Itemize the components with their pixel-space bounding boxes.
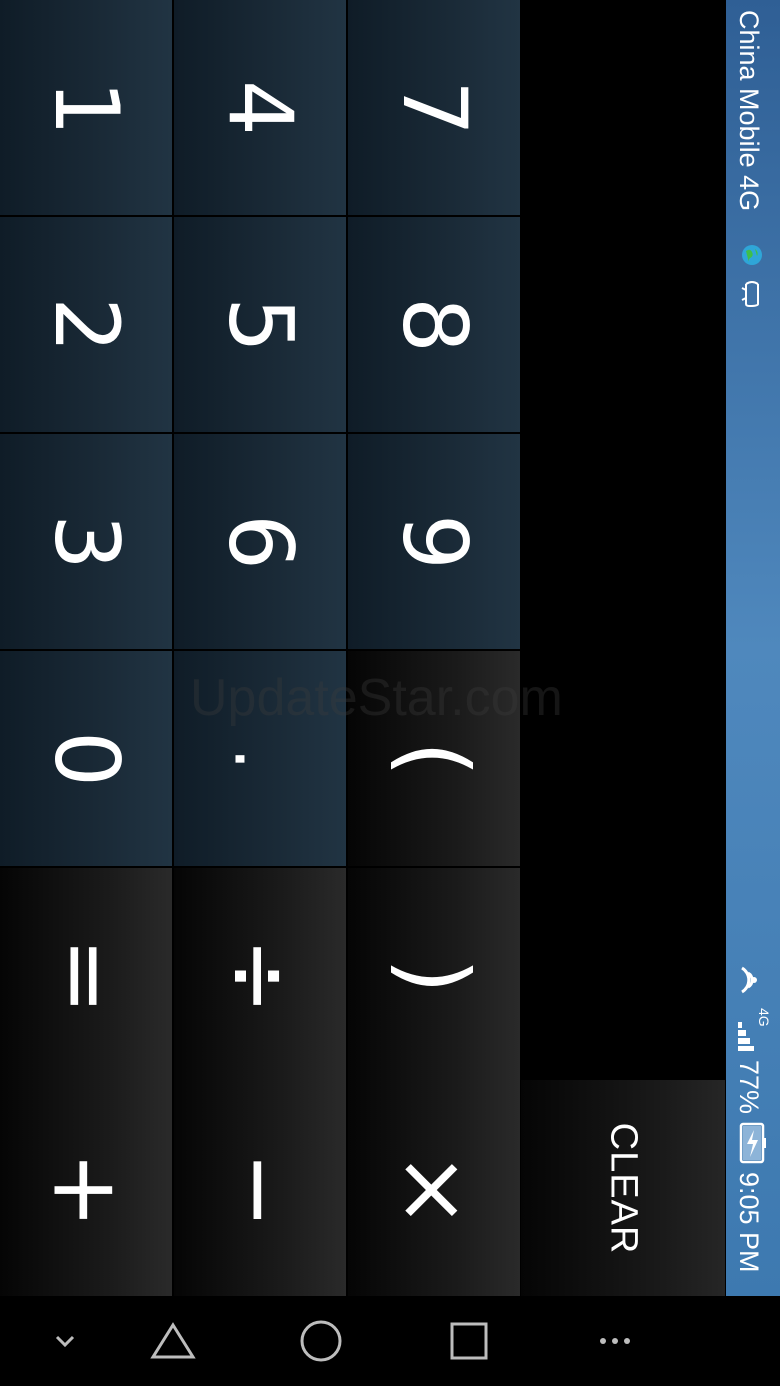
battery-charging-icon [739,1122,766,1164]
key-3[interactable]: 3 [0,434,172,649]
recents-square-icon [450,1322,488,1360]
key-9[interactable]: 9 [348,434,520,649]
key-4[interactable]: 4 [174,0,346,215]
key-decimal-label: . [217,747,302,770]
nav-recents[interactable] [424,1296,514,1386]
clear-button-label: CLEAR [602,1122,645,1254]
carrier-name: China Mobile 4G [734,10,764,212]
key-plus[interactable]: + [0,1083,172,1296]
key-open-paren-label: ( [381,740,488,777]
key-equals[interactable]: = [0,868,172,1083]
key-8[interactable]: 8 [348,217,520,432]
globe-icon [742,245,762,265]
back-triangle-icon [150,1322,196,1359]
key-close-paren-label: ) [381,957,488,994]
key-equals-label: = [33,936,140,1015]
navigation-bar [0,1296,780,1386]
key-7-label: 7 [383,79,486,136]
key-2-label: 2 [35,296,138,353]
key-6-label: 6 [209,513,312,570]
key-1-label: 1 [35,79,138,136]
key-8-label: 8 [383,296,486,353]
key-5[interactable]: 5 [174,217,346,432]
key-multiply-label: × [381,1150,488,1229]
key-plus-label: + [33,1150,140,1229]
key-minus[interactable]: − [174,1083,346,1296]
signal-icon [738,1022,754,1051]
nav-home[interactable] [276,1296,366,1386]
key-divide[interactable]: ÷ [174,868,346,1083]
key-5-label: 5 [209,296,312,353]
key-open-paren[interactable]: ( [348,651,520,866]
home-circle-icon [300,1320,342,1362]
key-1[interactable]: 1 [0,0,172,215]
key-6[interactable]: 6 [174,434,346,649]
key-3-label: 3 [35,513,138,570]
key-multiply[interactable]: × [348,1083,520,1296]
nav-more[interactable] [570,1296,660,1386]
key-9-label: 9 [383,513,486,570]
more-dots-icon [600,1338,630,1344]
key-0-label: 0 [35,730,138,787]
key-minus-label: − [207,1150,314,1229]
wifi-icon [741,966,757,994]
result-display [521,0,725,1078]
key-0[interactable]: 0 [0,651,172,866]
clear-button[interactable]: CLEAR [521,1080,725,1296]
chevron-down-icon [55,1335,75,1348]
nav-collapse[interactable] [20,1296,110,1386]
keypad: 1 2 3 0 = + 4 5 6 . ÷ − 7 8 9 ( ) × [0,0,520,1296]
key-7[interactable]: 7 [348,0,520,215]
key-close-paren[interactable]: ) [348,868,520,1083]
android-debug-icon [741,281,759,308]
key-2[interactable]: 2 [0,217,172,432]
key-divide-label: ÷ [207,936,314,1015]
key-decimal[interactable]: . [174,651,346,866]
key-4-label: 4 [209,79,312,136]
status-clock: 9:05 PM [734,1172,764,1273]
nav-back[interactable] [128,1296,218,1386]
battery-percent: 77% [734,1060,764,1115]
